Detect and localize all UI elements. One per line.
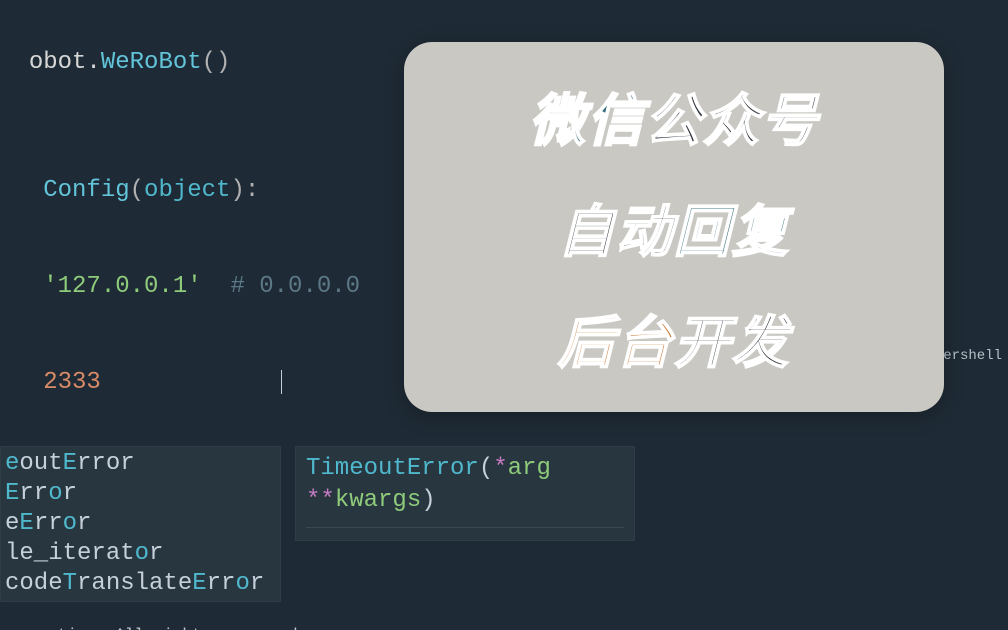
code-token: obot (29, 49, 87, 76)
detail-fn: TimeoutError (306, 455, 479, 482)
autocomplete-item[interactable]: Error (1, 479, 280, 509)
code-token: '127.0.0.1' (29, 273, 202, 300)
autocomplete-item[interactable]: eoutError (1, 449, 280, 479)
title-overlay-card: 微信公众号 自动回复 后台开发 (404, 42, 944, 412)
code-token: # 0.0.0.0 (202, 273, 360, 300)
overlay-line-3: 后台开发 (558, 298, 790, 379)
terminal-panel[interactable]: orporation. All rights reserved. m Power… (0, 620, 1008, 630)
code-token: WeRoBot (101, 49, 202, 76)
autocomplete-item[interactable]: codeTranslateError (1, 569, 280, 599)
code-token: Config (29, 177, 130, 204)
autocomplete-list[interactable]: eoutError Error eError le_iterator codeT… (0, 446, 281, 602)
code-token: 2333 (29, 369, 101, 396)
overlay-line-2: 自动回复 (558, 187, 790, 268)
autocomplete-popup: eoutError Error eError le_iterator codeT… (0, 446, 1008, 602)
overlay-line-1: 微信公众号 (529, 76, 819, 157)
detail-divider (306, 527, 624, 528)
code-token: ): (230, 177, 259, 204)
code-token: . (86, 49, 100, 76)
autocomplete-item[interactable]: le_iterator (1, 539, 280, 569)
code-token: ( (130, 177, 144, 204)
autocomplete-item[interactable]: eError (1, 509, 280, 539)
terminal-line: orporation. All rights reserved. (0, 624, 1008, 630)
autocomplete-detail: TimeoutError(*arg **kwargs) (295, 446, 635, 541)
code-token: () (202, 49, 231, 76)
text-cursor (281, 370, 282, 394)
code-token: object (144, 177, 230, 204)
